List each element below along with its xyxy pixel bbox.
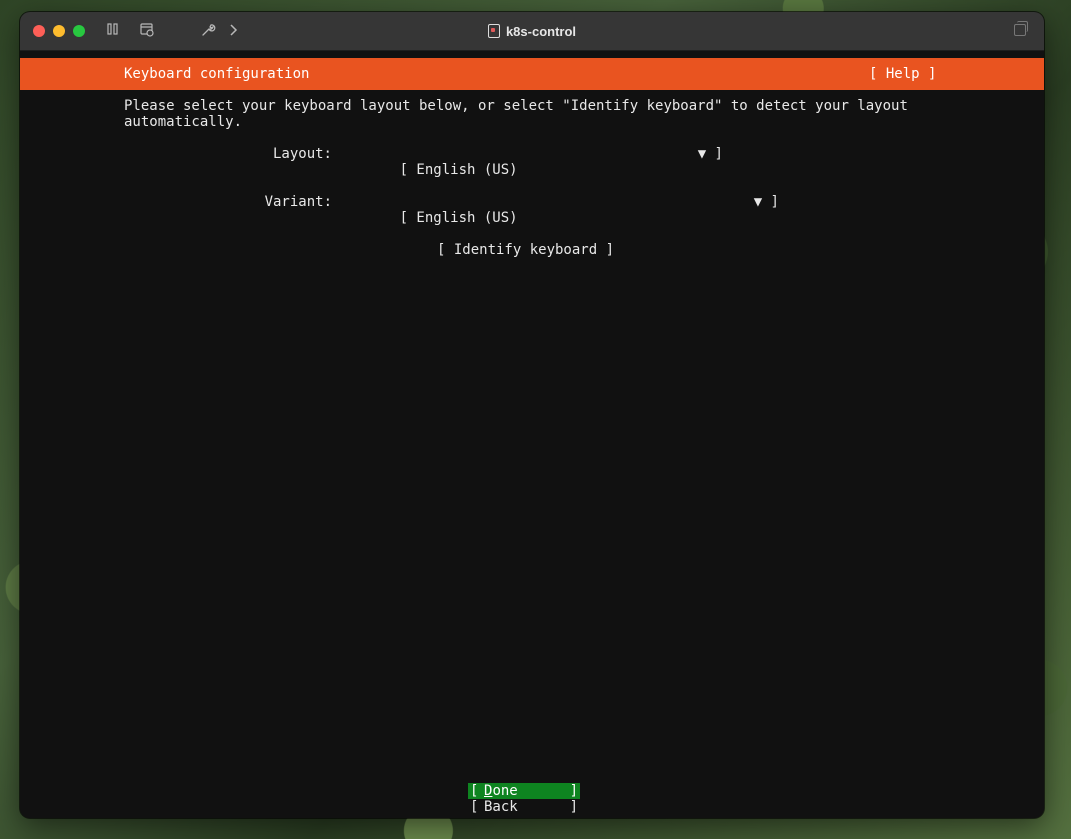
instructions-text: Please select your keyboard layout below… (124, 98, 908, 130)
done-label: Done (484, 783, 518, 799)
wrench-icon[interactable] (200, 22, 216, 40)
zoom-button[interactable] (73, 25, 85, 37)
done-label-rest: one (492, 783, 518, 799)
duplicate-window-icon[interactable] (1014, 21, 1028, 36)
identify-keyboard-button[interactable]: [ Identify keyboard ] (437, 242, 614, 258)
variant-dropdown-arrow-icon: ▼ ] (753, 194, 779, 210)
page-title: Keyboard configuration (124, 66, 310, 82)
window-title: k8s-control (20, 12, 1044, 50)
back-left-bracket: [ (470, 799, 479, 815)
vm-window: k8s-control Keyboard configuration [ Hel… (20, 12, 1044, 818)
back-right-bracket: ] (569, 799, 578, 815)
snapshot-icon[interactable] (139, 22, 155, 40)
done-right-bracket: ] (569, 783, 578, 799)
close-button[interactable] (33, 25, 45, 37)
back-button[interactable]: [ Back ] (468, 799, 580, 815)
layout-value: [ English (US) (399, 162, 518, 178)
done-button[interactable]: [ Done ] (468, 783, 580, 799)
layout-dropdown-arrow-icon: ▼ ] (697, 146, 723, 162)
minimize-button[interactable] (53, 25, 65, 37)
window-title-text: k8s-control (505, 23, 577, 39)
variant-value: [ English (US) (399, 210, 518, 226)
pause-icon[interactable] (106, 22, 120, 40)
layout-label: Layout: (272, 146, 332, 162)
terminal-screen: Keyboard configuration [ Help ] Please s… (20, 51, 1044, 818)
help-button[interactable]: [ Help ] (869, 66, 936, 82)
done-left-bracket: [ (470, 783, 479, 799)
variant-label: Variant: (264, 194, 332, 210)
installer-header: Keyboard configuration [ Help ] (20, 58, 1044, 90)
title-bar: k8s-control (20, 12, 1044, 51)
chevron-right-icon[interactable] (228, 22, 240, 40)
back-label: Back (484, 799, 518, 815)
document-icon (487, 24, 500, 38)
